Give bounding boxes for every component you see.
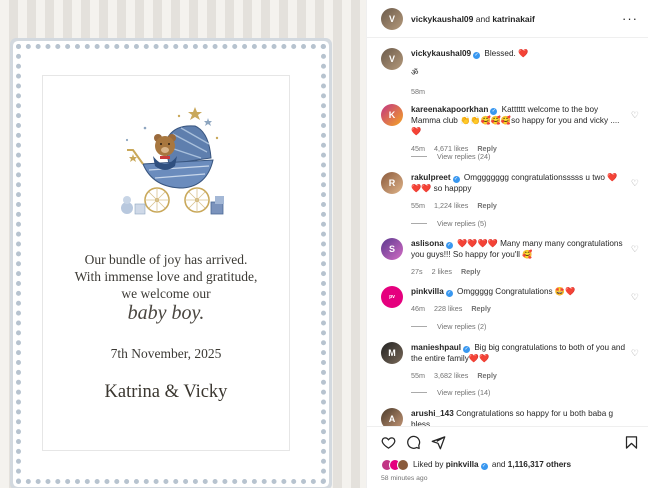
- announcement-card: Our bundle of joy has arrived. With imme…: [42, 75, 290, 451]
- like-comment-icon[interactable]: ♡: [631, 244, 639, 255]
- reply-button[interactable]: Reply: [477, 200, 497, 211]
- comment-likes[interactable]: 2 likes: [432, 266, 452, 277]
- post-authors: vickykaushal09 and katrinakaif: [411, 14, 622, 24]
- post-timestamp: 58 minutes ago: [381, 475, 428, 482]
- view-replies-label: View replies (5): [437, 219, 487, 228]
- comment-likes[interactable]: 228 likes: [434, 303, 462, 314]
- like-comment-icon[interactable]: ♡: [631, 292, 639, 303]
- verified-icon: ✓: [452, 176, 460, 183]
- caption-line-2: ॐ: [411, 68, 419, 77]
- comment-time: 55m: [411, 201, 425, 210]
- caption-time: 58m: [411, 87, 425, 96]
- view-replies-button[interactable]: View replies (5): [411, 219, 486, 228]
- comment-time: 46m: [411, 304, 425, 313]
- view-replies-button[interactable]: View replies (2): [411, 322, 486, 331]
- verified-icon: ✓: [480, 463, 488, 470]
- view-replies-label: View replies (2): [437, 322, 487, 331]
- share-icon[interactable]: [431, 435, 446, 450]
- heart-emoji: ❤️: [518, 49, 529, 58]
- comment-time: 27s: [411, 267, 423, 276]
- star-icon: [188, 107, 202, 120]
- comment-time: 55m: [411, 371, 425, 380]
- card-line-2: With immense love and gratitude,: [74, 269, 258, 284]
- verified-icon: ✓: [473, 52, 481, 59]
- reply-button[interactable]: Reply: [461, 266, 481, 277]
- card-line-3: we welcome our: [121, 286, 211, 301]
- bookmark-icon[interactable]: [624, 435, 639, 450]
- comment: S aslisona ✓ ❤️❤️❤️❤️ Many many many cong…: [381, 238, 643, 277]
- avatar[interactable]: K: [381, 104, 403, 126]
- author-link-1[interactable]: vickykaushal09: [411, 14, 473, 24]
- view-replies-button[interactable]: View replies (14): [411, 388, 490, 397]
- author-link-2[interactable]: katrinakaif: [492, 14, 535, 24]
- avatar[interactable]: M: [381, 342, 403, 364]
- comment-username[interactable]: kareenakapoorkhan: [411, 105, 488, 114]
- reply-button[interactable]: Reply: [471, 303, 491, 314]
- comment: K kareenakapoorkhan ✓ Katttttt welcome to…: [381, 104, 643, 154]
- avatar: [397, 459, 409, 471]
- avatar[interactable]: A: [381, 408, 403, 426]
- view-replies-label: View replies (24): [437, 152, 491, 161]
- avatar[interactable]: R: [381, 172, 403, 194]
- post-header: V vickykaushal09 and katrinakaif ···: [367, 0, 648, 38]
- avatar[interactable]: pv: [381, 286, 403, 308]
- post-actions: Liked by pinkvilla ✓ and 1,116,317 others…: [367, 426, 648, 488]
- reply-button[interactable]: Reply: [477, 370, 497, 381]
- post-image[interactable]: Our bundle of joy has arrived. With imme…: [0, 0, 366, 488]
- view-replies-label: View replies (14): [437, 388, 491, 397]
- avatar[interactable]: V: [381, 48, 403, 70]
- likes-prefix: Liked by: [413, 460, 444, 469]
- verified-icon: ✓: [445, 242, 453, 249]
- comment-username[interactable]: arushi_143: [411, 409, 454, 418]
- verified-icon: ✓: [463, 346, 471, 353]
- comment-username[interactable]: pinkvilla: [411, 287, 444, 296]
- like-comment-icon[interactable]: ♡: [631, 178, 639, 189]
- caption: V vickykaushal09 ✓ Blessed. ❤️ ॐ 58m: [381, 48, 643, 97]
- comment-text: Omggggg Congratulations 🤩❤️: [457, 287, 576, 296]
- comment-username[interactable]: rakulpreet: [411, 173, 451, 182]
- avatar[interactable]: V: [381, 7, 403, 30]
- card-line-baby-boy: baby boy.: [127, 302, 205, 324]
- liker-link[interactable]: pinkvilla: [446, 460, 479, 469]
- teddy-pram-illustration: [121, 107, 224, 215]
- comment-icon[interactable]: [406, 435, 421, 450]
- comment-likes[interactable]: 1,224 likes: [434, 200, 468, 211]
- likes-summary: Liked by pinkvilla ✓ and 1,116,317 others: [381, 459, 639, 471]
- caption-text: Blessed.: [484, 49, 516, 58]
- like-comment-icon[interactable]: ♡: [631, 110, 639, 121]
- avatar[interactable]: S: [381, 238, 403, 260]
- view-replies-button[interactable]: View replies (24): [411, 152, 490, 161]
- likes-connector: and: [491, 460, 506, 469]
- comment-username[interactable]: aslisona: [411, 239, 444, 248]
- comment: pv pinkvilla ✓ Omggggg Congratulations 🤩❤…: [381, 286, 643, 314]
- comments-list[interactable]: V vickykaushal09 ✓ Blessed. ❤️ ॐ 58m K ka…: [367, 38, 648, 426]
- post-sidebar: V vickykaushal09 and katrinakaif ··· V v…: [366, 0, 648, 488]
- comment: A arushi_143 Congratulations so happy fo…: [381, 408, 643, 426]
- authors-connector: and: [475, 13, 490, 24]
- verified-icon: ✓: [445, 290, 453, 297]
- comment: M manieshpaul ✓ Big big congratulations t…: [381, 342, 643, 381]
- star-icon: [204, 118, 212, 126]
- more-options-icon[interactable]: ···: [622, 11, 638, 26]
- card-line-1: Our bundle of joy has arrived.: [84, 252, 248, 267]
- comment: R rakulpreet ✓ Omggggggg congratulationss…: [381, 172, 643, 211]
- comment-likes[interactable]: 3,682 likes: [434, 370, 468, 381]
- comment-username[interactable]: vickykaushal09: [411, 49, 471, 58]
- card-date: 7th November, 2025: [110, 346, 222, 361]
- heart-icon[interactable]: [381, 435, 396, 450]
- verified-icon: ✓: [490, 108, 498, 115]
- likes-count-link[interactable]: 1,116,317 others: [508, 460, 571, 469]
- card-names: Katrina & Vicky: [104, 382, 228, 402]
- comment-username[interactable]: manieshpaul: [411, 343, 461, 352]
- like-comment-icon[interactable]: ♡: [631, 348, 639, 359]
